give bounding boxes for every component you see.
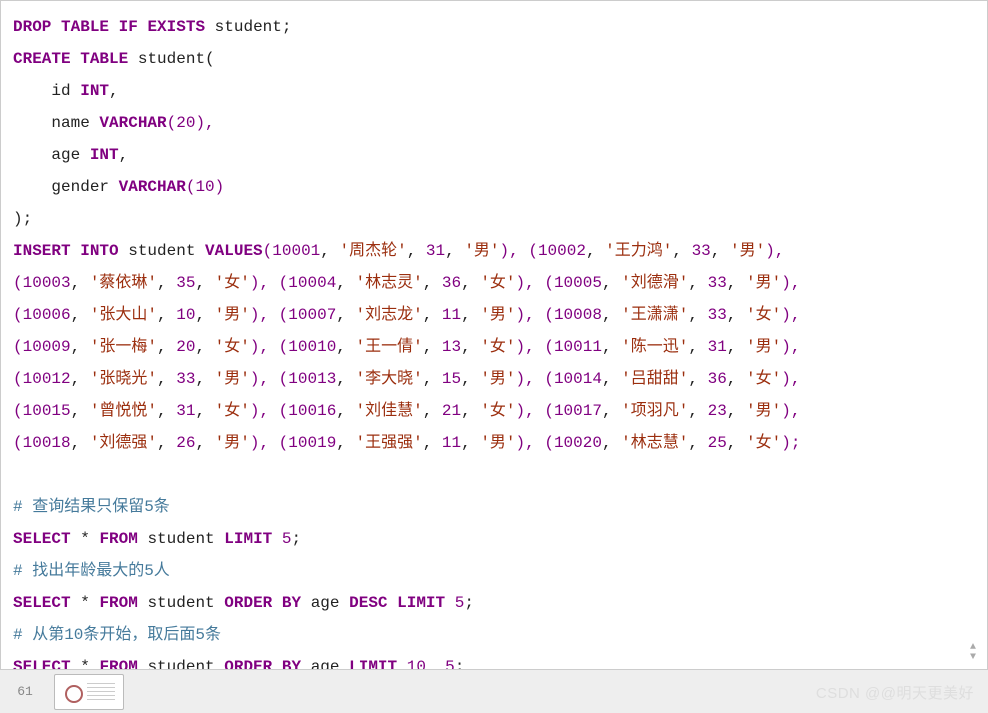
sql-editor[interactable]: DROP TABLE IF EXISTS student; CREATE TAB… (0, 0, 988, 670)
slide-number: 61 (0, 684, 50, 699)
code-line: (10006, '张大山', 10, '男'), (10007, '刘志龙', … (13, 299, 975, 331)
comment-line: # 从第10条开始，取后面5条 (13, 619, 975, 651)
code-line: age INT, (13, 139, 975, 171)
code-line: SELECT * FROM student ORDER BY age DESC … (13, 587, 975, 619)
code-line: (10009, '张一梅', 20, '女'), (10010, '王一倩', … (13, 331, 975, 363)
code-line: SELECT * FROM student LIMIT 5; (13, 523, 975, 555)
code-line: id INT, (13, 75, 975, 107)
code-line: INSERT INTO student VALUES(10001, '周杰轮',… (13, 235, 975, 267)
slide-thumbnail[interactable] (54, 674, 124, 710)
comment-line: # 查询结果只保留5条 (13, 491, 975, 523)
code-line: (10003, '蔡依琳', 35, '女'), (10004, '林志灵', … (13, 267, 975, 299)
code-line (13, 459, 975, 491)
code-line: (10015, '曾悦悦', 31, '女'), (10016, '刘佳慧', … (13, 395, 975, 427)
code-line: (10012, '张晓光', 33, '男'), (10013, '李大晓', … (13, 363, 975, 395)
watermark: CSDN @@明天更美好 (816, 682, 974, 703)
code-line: (10018, '刘德强', 26, '男'), (10019, '王强强', … (13, 427, 975, 459)
scroll-indicator-icon: ▲▼ (970, 643, 976, 663)
code-line: DROP TABLE IF EXISTS student; (13, 11, 975, 43)
code-line: CREATE TABLE student( (13, 43, 975, 75)
code-line: name VARCHAR(20), (13, 107, 975, 139)
code-line: ); (13, 203, 975, 235)
code-line: SELECT * FROM student ORDER BY age LIMIT… (13, 651, 975, 670)
code-line: gender VARCHAR(10) (13, 171, 975, 203)
comment-line: # 找出年龄最大的5人 (13, 555, 975, 587)
